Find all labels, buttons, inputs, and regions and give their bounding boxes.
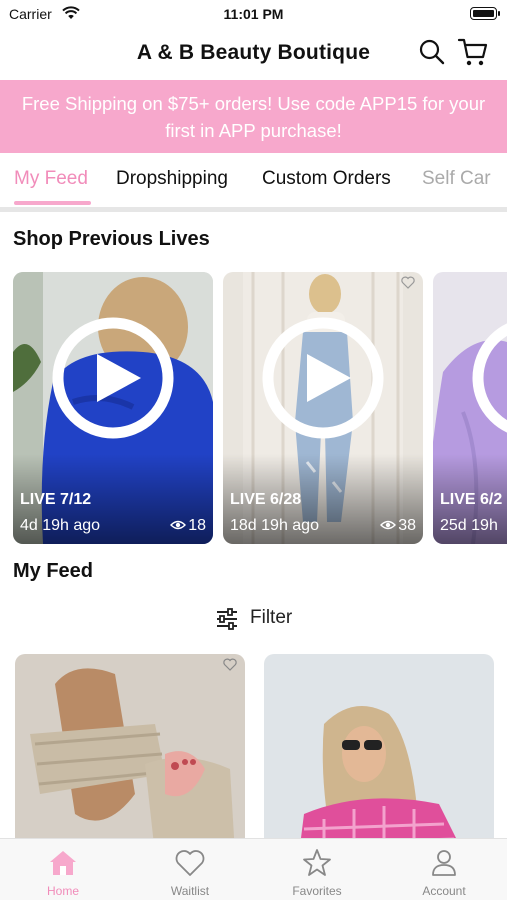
- active-tab-indicator: [14, 201, 91, 205]
- status-bar: Carrier 11:01 PM: [0, 0, 507, 28]
- product-image: [264, 654, 494, 854]
- live-card[interactable]: LIVE 6/28 18d 19h ago 38: [223, 272, 423, 544]
- eye-icon: [170, 520, 187, 530]
- live-time-ago: 4d 19h ago: [20, 517, 101, 534]
- status-time: 11:01 PM: [223, 6, 284, 22]
- live-date-label: LIVE 7/12: [20, 491, 92, 508]
- person-icon: [432, 850, 456, 876]
- sliders-icon: [217, 608, 237, 630]
- live-card[interactable]: LIVE 6/2 25d 19h: [433, 272, 507, 544]
- live-card[interactable]: LIVE 7/12 4d 19h ago 18: [13, 272, 213, 544]
- view-count-value: 18: [188, 517, 206, 534]
- play-icon[interactable]: [51, 316, 175, 440]
- heart-icon[interactable]: [401, 276, 415, 289]
- live-time-ago: 18d 19h ago: [230, 517, 319, 534]
- tab-account-label: Account: [422, 884, 466, 898]
- tab-custom-orders[interactable]: Custom Orders: [262, 168, 391, 190]
- eye-icon: [380, 520, 397, 530]
- tab-waitlist[interactable]: Waitlist: [127, 839, 253, 900]
- section-title-my-feed: My Feed: [13, 560, 94, 582]
- star-icon: [303, 849, 331, 876]
- bottom-tab-bar: Home Waitlist Favorites Account: [0, 838, 507, 900]
- heart-icon: [175, 850, 205, 876]
- nav-bar: A & B Beauty Boutique: [0, 28, 507, 80]
- search-icon[interactable]: [418, 38, 446, 66]
- tab-self-care[interactable]: Self Car: [422, 168, 491, 190]
- tab-favorites-label: Favorites: [292, 884, 342, 898]
- live-date-label: LIVE 6/28: [230, 491, 302, 508]
- category-tabs: My Feed Dropshipping Custom Orders Self …: [0, 153, 507, 209]
- promo-line-2: first in APP purchase!: [165, 120, 342, 141]
- play-icon[interactable]: [261, 316, 385, 440]
- live-view-count: 18: [170, 517, 206, 535]
- tab-account[interactable]: Account: [381, 839, 507, 900]
- tab-my-feed[interactable]: My Feed: [14, 168, 88, 190]
- tab-dropshipping[interactable]: Dropshipping: [116, 168, 228, 190]
- view-count-value: 38: [398, 517, 416, 534]
- cart-icon[interactable]: [457, 36, 489, 68]
- live-date-label: LIVE 6/2: [440, 491, 503, 508]
- promo-banner[interactable]: Free Shipping on $75+ orders! Use code A…: [0, 80, 507, 153]
- section-title-previous-lives: Shop Previous Lives: [13, 228, 210, 250]
- product-image: [15, 654, 245, 854]
- tab-favorites[interactable]: Favorites: [254, 839, 380, 900]
- live-view-count: 38: [380, 517, 416, 535]
- battery-icon: [470, 7, 500, 20]
- product-card[interactable]: [264, 654, 494, 854]
- filter-label: Filter: [250, 607, 293, 628]
- home-icon: [50, 851, 76, 875]
- heart-icon[interactable]: [223, 658, 237, 671]
- tab-divider: [0, 207, 507, 212]
- play-icon[interactable]: [471, 316, 507, 440]
- tab-waitlist-label: Waitlist: [170, 884, 210, 898]
- promo-line-1: Free Shipping on $75+ orders! Use code A…: [21, 93, 486, 114]
- tab-home[interactable]: Home: [0, 839, 126, 900]
- product-card[interactable]: [15, 654, 245, 854]
- tab-home-label: Home: [46, 884, 79, 898]
- live-time-ago: 25d 19h: [440, 517, 498, 534]
